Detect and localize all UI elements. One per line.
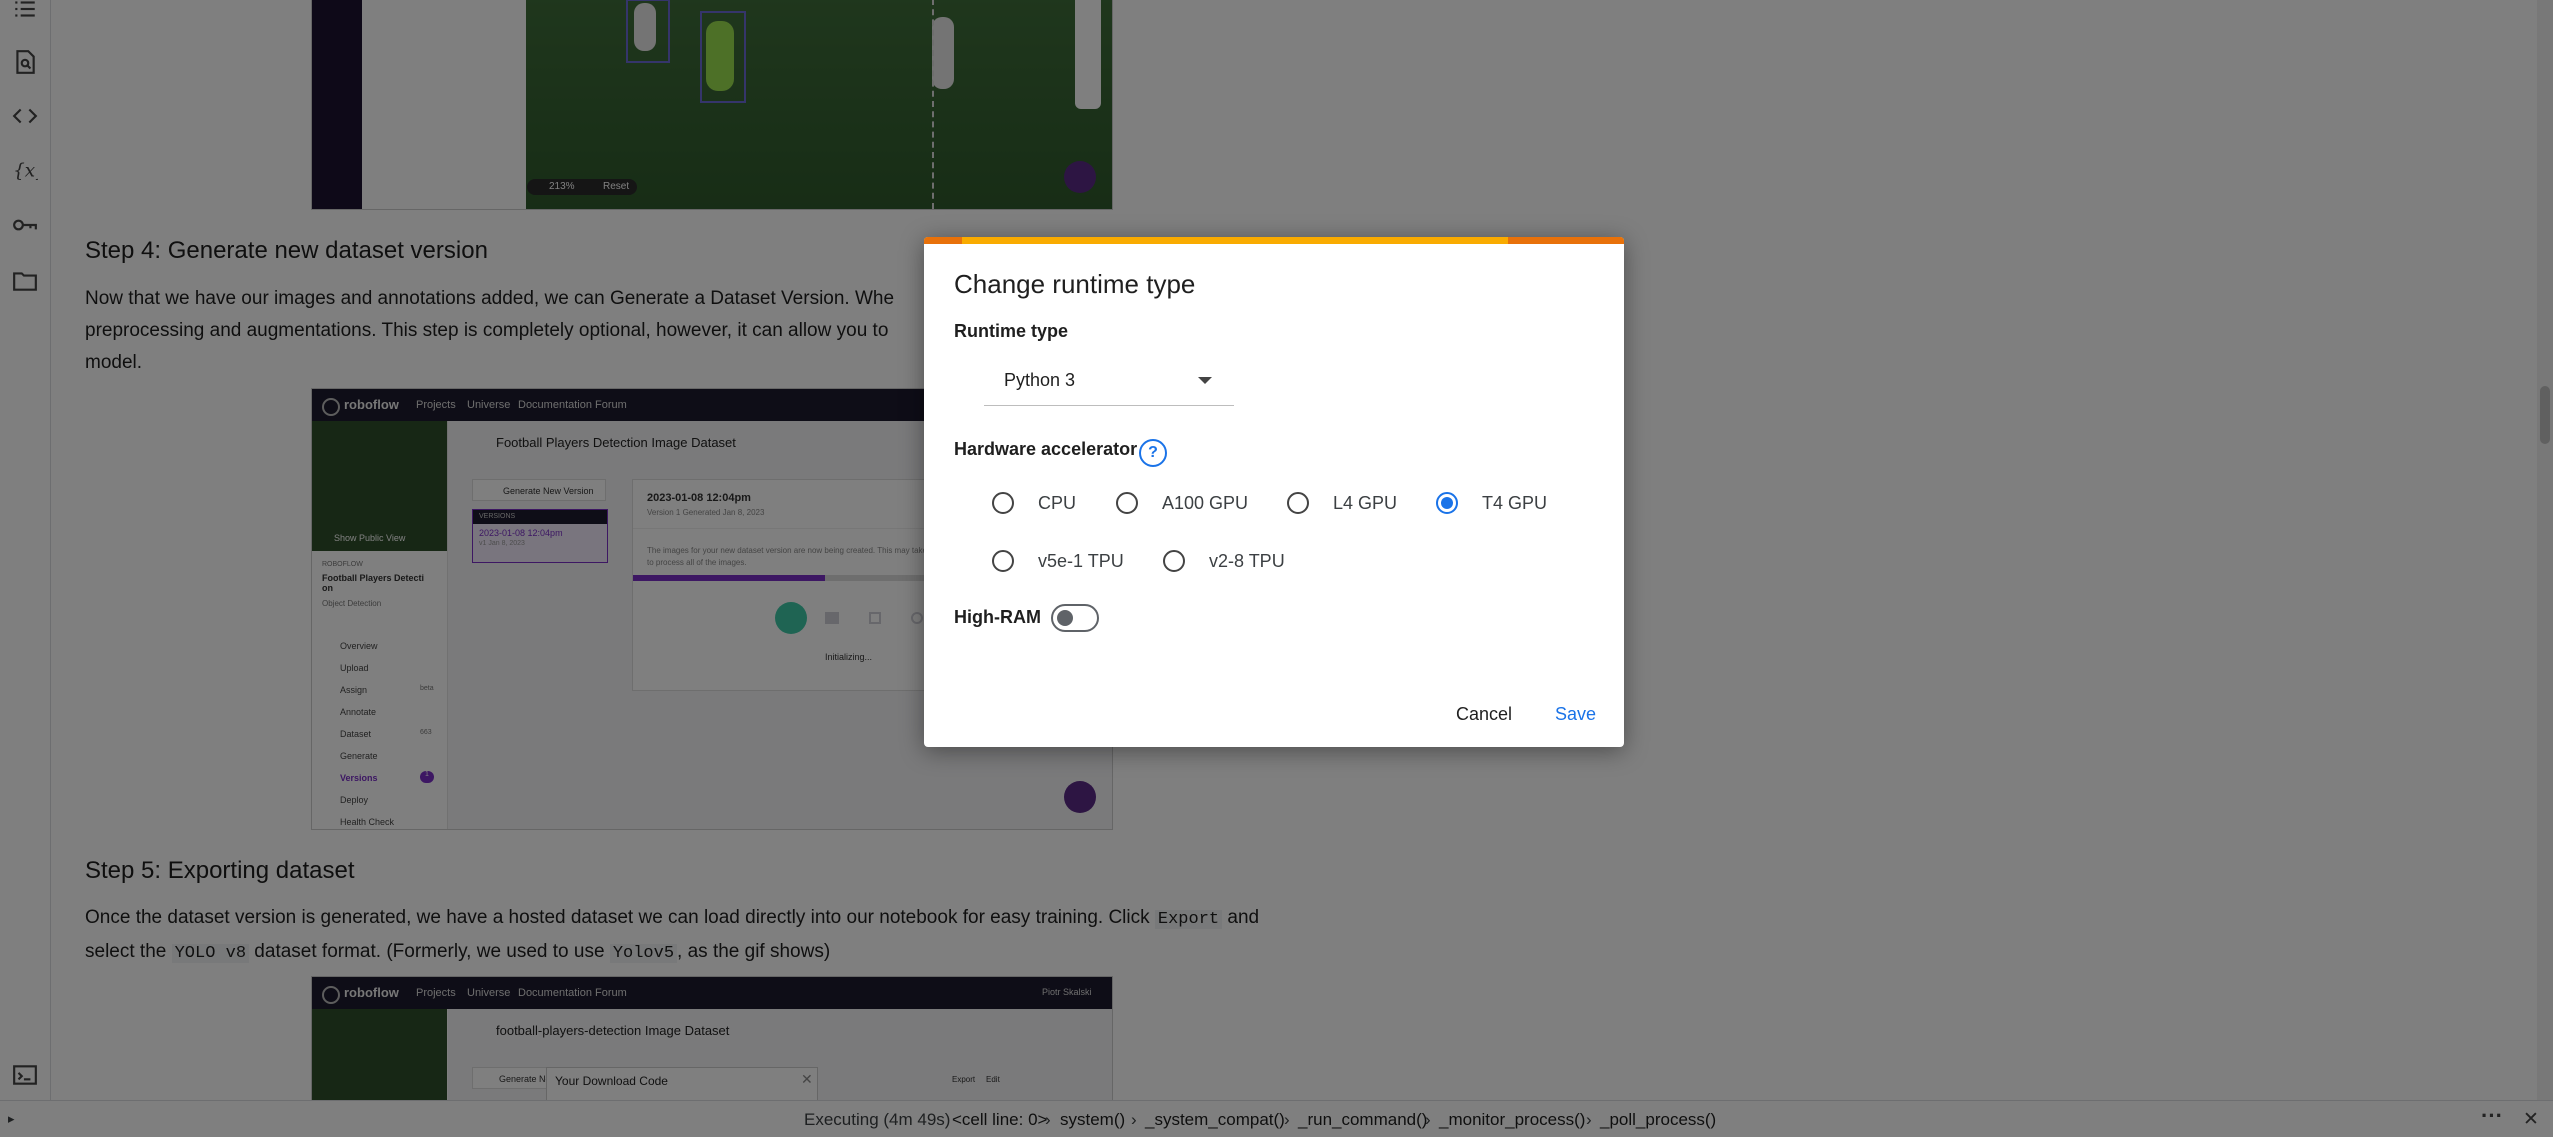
accelerator-option-v2-tpu[interactable]: v2-8 TPU bbox=[1163, 546, 1285, 576]
cancel-button[interactable]: Cancel bbox=[1456, 704, 1512, 725]
radio-button-selected[interactable] bbox=[1436, 492, 1458, 514]
save-button[interactable]: Save bbox=[1555, 704, 1596, 725]
runtime-type-label: Runtime type bbox=[954, 321, 1069, 341]
toggle-knob bbox=[1057, 610, 1073, 626]
accelerator-option-t4[interactable]: T4 GPU bbox=[1436, 488, 1547, 518]
dialog-bar-segment bbox=[1508, 237, 1624, 244]
change-runtime-dialog: Change runtime type Runtime type Python … bbox=[924, 237, 1624, 747]
radio-button[interactable] bbox=[992, 550, 1014, 572]
accelerator-option-a100[interactable]: A100 GPU bbox=[1116, 488, 1248, 518]
radio-button[interactable] bbox=[992, 492, 1014, 514]
accelerator-option-v5e-tpu[interactable]: v5e-1 TPU bbox=[992, 546, 1124, 576]
runtime-type-value: Python 3 bbox=[1004, 370, 1076, 390]
accelerator-option-l4[interactable]: L4 GPU bbox=[1287, 488, 1397, 518]
radio-button[interactable] bbox=[1163, 550, 1185, 572]
runtime-type-select[interactable]: Python 3 bbox=[984, 355, 1234, 406]
accelerator-label: v2-8 TPU bbox=[1209, 550, 1285, 571]
accelerator-label: CPU bbox=[1038, 492, 1077, 513]
dropdown-arrow-icon bbox=[1198, 377, 1212, 384]
accelerator-option-cpu[interactable]: CPU bbox=[992, 488, 1076, 518]
accelerator-label: T4 GPU bbox=[1482, 492, 1548, 513]
dialog-bar-segment bbox=[924, 237, 962, 244]
dialog-title: Change runtime type bbox=[954, 269, 1196, 299]
accelerator-label: L4 GPU bbox=[1333, 492, 1398, 513]
radio-button[interactable] bbox=[1116, 492, 1138, 514]
high-ram-label: High-RAM bbox=[954, 607, 1041, 627]
accelerator-label: v5e-1 TPU bbox=[1038, 550, 1124, 571]
radio-button[interactable] bbox=[1287, 492, 1309, 514]
help-icon[interactable]: ? bbox=[1139, 439, 1167, 467]
accelerator-label: A100 GPU bbox=[1162, 492, 1249, 513]
dialog-progress-bar bbox=[924, 237, 1624, 244]
high-ram-toggle[interactable] bbox=[1051, 604, 1099, 632]
hardware-accelerator-label: Hardware accelerator bbox=[954, 439, 1138, 459]
